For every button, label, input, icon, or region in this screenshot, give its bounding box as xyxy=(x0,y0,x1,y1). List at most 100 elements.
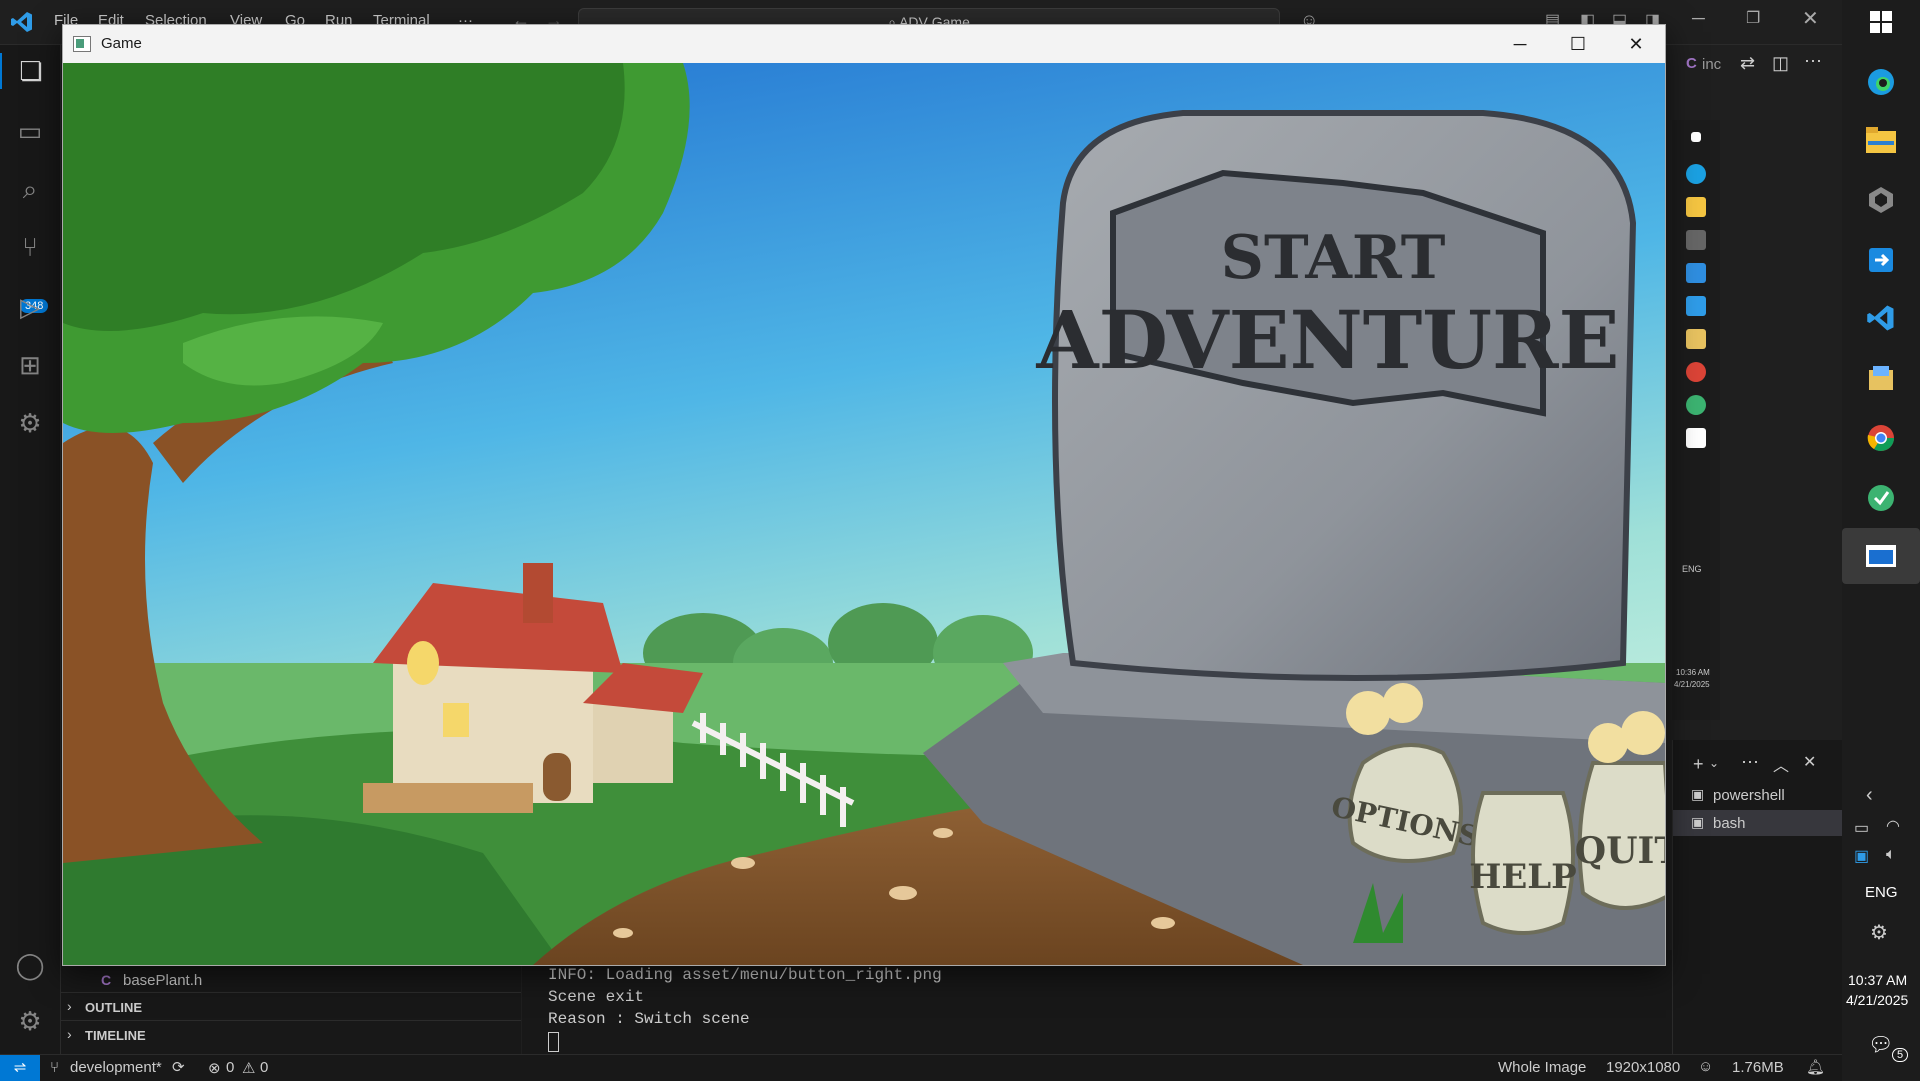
run-debug-icon[interactable]: ▷ xyxy=(12,289,48,325)
close-panel-icon[interactable]: ✕ xyxy=(1803,752,1816,772)
game-window-title: Game xyxy=(101,35,142,52)
warning-icon: ⚠ xyxy=(242,1060,256,1077)
bell-icon[interactable]: 🔔︎ xyxy=(1806,1058,1825,1076)
game-canvas[interactable]: START ADVENTURE OPTIONS HELP QUIT xyxy=(63,63,1665,965)
notification-icon[interactable]: 💬︎ xyxy=(1868,1032,1893,1057)
app-icon xyxy=(1686,230,1706,250)
chrome-icon xyxy=(1686,362,1706,382)
minimize-icon[interactable]: ─ xyxy=(1692,8,1705,29)
image-resolution: 1920x1080 xyxy=(1606,1059,1681,1076)
chrome-icon[interactable] xyxy=(1861,418,1901,458)
language-indicator[interactable]: ENG xyxy=(1865,884,1898,901)
quit-label: QUIT xyxy=(1575,830,1665,872)
compare-icon[interactable]: ⇄ xyxy=(1740,53,1755,74)
start-text: START xyxy=(1221,223,1446,293)
source-control-icon[interactable]: ⑂ xyxy=(12,229,48,265)
files-app-icon[interactable] xyxy=(1861,358,1901,398)
account-icon[interactable]: ◯ xyxy=(12,947,48,983)
remote-icon[interactable]: ⚙ xyxy=(12,405,48,441)
warning-count[interactable]: 0 xyxy=(260,1059,268,1076)
unity-icon[interactable] xyxy=(1861,180,1901,220)
explorer-icon[interactable]: ❏ xyxy=(0,53,60,89)
sync-icon[interactable]: ⟳ xyxy=(172,1058,185,1076)
chevron-down-icon[interactable]: ⌄ xyxy=(1709,756,1719,770)
mini-language: ENG xyxy=(1682,564,1702,574)
close-icon: ✕ xyxy=(1628,34,1644,54)
mini-taskbar-reflection: ENG 10:36 AM 4/21/2025 xyxy=(1672,120,1720,720)
game-window: Game ─ ☐ ✕ START ADVENTURE OPTIONS HELP … xyxy=(62,24,1666,966)
quit-vase[interactable]: QUIT xyxy=(1575,711,1665,910)
file-size: 1.76MB xyxy=(1732,1059,1784,1076)
vscode-taskbar-icon[interactable] xyxy=(1861,298,1901,338)
remote-explorer-icon[interactable]: ▭ xyxy=(12,113,48,149)
more-actions-icon[interactable]: ⋯ xyxy=(1804,51,1822,72)
outline-section[interactable]: OUTLINE xyxy=(85,1000,142,1015)
chevron-right-icon: › xyxy=(67,1026,72,1042)
remote-desktop-icon xyxy=(1686,263,1706,283)
remote-desktop-icon[interactable] xyxy=(1861,240,1901,280)
terminal-icon: ▣ xyxy=(1691,786,1705,802)
error-count[interactable]: 0 xyxy=(226,1059,234,1076)
minimize-icon: ─ xyxy=(1513,34,1527,54)
terminal-list-panel: + ⌄ ⋯ ︿ ✕ ▣ powershell ▣ bash xyxy=(1672,740,1843,1054)
chevron-left-icon[interactable]: ‹ xyxy=(1866,784,1873,807)
new-terminal-icon[interactable]: + xyxy=(1693,754,1704,775)
folder-icon xyxy=(1686,197,1706,217)
search-activity-icon[interactable]: ⌕ xyxy=(12,171,48,207)
help-label: HELP xyxy=(1469,857,1577,897)
terminal-tab-label: powershell xyxy=(1713,787,1785,804)
notification-count-badge: 5 xyxy=(1892,1048,1909,1062)
wifi-icon[interactable]: ◠ xyxy=(1886,816,1900,836)
split-editor-icon[interactable]: ◫ xyxy=(1772,53,1789,74)
c-file-icon: C xyxy=(101,972,112,988)
file-explorer-icon[interactable] xyxy=(1861,120,1901,160)
windows-taskbar: ‹ ▭ ◠ ▣ 🔈︎ ENG ⚙ 10:37 AM 4/21/2025 💬︎ 5 xyxy=(1842,0,1920,1080)
maximize-panel-icon[interactable]: ︿ xyxy=(1773,752,1789,776)
app-green-icon[interactable] xyxy=(1861,478,1901,518)
close-icon[interactable]: ✕ xyxy=(1802,6,1819,31)
game-window-taskbar-icon[interactable] xyxy=(1842,528,1920,584)
close-button[interactable]: ✕ xyxy=(1607,25,1665,63)
files-icon xyxy=(1686,329,1706,349)
extensions-icon[interactable]: ⊞ xyxy=(12,347,48,383)
clock-date[interactable]: 4/21/2025 xyxy=(1846,992,1908,1008)
adventure-text[interactable]: ADVENTURE xyxy=(1036,293,1620,387)
editor-tab-strip: C inc ⇄ ◫ ⋯ xyxy=(1664,45,1842,85)
windows-start-icon xyxy=(1691,132,1701,142)
terminal-line: INFO: Loading asset/menu/button_right.pn… xyxy=(548,966,942,984)
mini-date: 4/21/2025 xyxy=(1674,680,1710,689)
restore-icon[interactable]: ❐ xyxy=(1746,8,1760,28)
view-mode[interactable]: Whole Image xyxy=(1498,1059,1586,1076)
vscode-logo-icon xyxy=(11,12,32,32)
terminal-tab-powershell[interactable]: ▣ powershell xyxy=(1673,782,1843,808)
edge-icon[interactable] xyxy=(1861,62,1901,102)
tray-app-icon[interactable]: ▣ xyxy=(1854,846,1869,866)
remote-indicator-icon[interactable]: ⇌ xyxy=(0,1055,40,1081)
settings-gear-icon[interactable]: ⚙ xyxy=(1870,920,1888,945)
more-actions-icon[interactable]: ⋯ xyxy=(1741,752,1759,773)
game-window-icon xyxy=(1686,428,1706,448)
activity-bar: ❏ ▭ ⌕ ⑂ 348 ▷ ⊞ ⚙ ◯ ⚙ xyxy=(0,45,61,1054)
terminal-tab-label: bash xyxy=(1713,815,1746,832)
vscode-icon xyxy=(1686,296,1706,316)
terminal-cursor xyxy=(548,1032,559,1052)
timeline-section[interactable]: TIMELINE xyxy=(85,1028,146,1043)
terminal-tab-bash[interactable]: ▣ bash xyxy=(1673,810,1843,836)
branch-name[interactable]: development* xyxy=(70,1059,162,1076)
manage-gear-icon[interactable]: ⚙ xyxy=(12,1003,48,1039)
editor-tab-label[interactable]: inc xyxy=(1702,56,1721,73)
help-vase[interactable]: HELP xyxy=(1469,791,1577,935)
mini-time: 10:36 AM xyxy=(1676,668,1710,677)
error-icon: ⊗ xyxy=(208,1060,221,1077)
windows-start-icon[interactable] xyxy=(1861,2,1901,42)
minimize-button[interactable]: ─ xyxy=(1491,25,1549,63)
file-item-baseplant[interactable]: basePlant.h xyxy=(123,972,202,989)
terminal-icon: ▣ xyxy=(1691,814,1705,830)
battery-icon[interactable]: ▭ xyxy=(1854,818,1869,838)
game-window-titlebar[interactable]: Game ─ ☐ ✕ xyxy=(63,25,1665,63)
clock-time[interactable]: 10:37 AM xyxy=(1848,972,1907,988)
chevron-right-icon: › xyxy=(67,998,72,1014)
copilot-status-icon[interactable]: ☺ xyxy=(1698,1058,1713,1075)
volume-muted-icon[interactable]: 🔈︎ xyxy=(1886,846,1896,864)
maximize-button[interactable]: ☐ xyxy=(1549,25,1607,63)
